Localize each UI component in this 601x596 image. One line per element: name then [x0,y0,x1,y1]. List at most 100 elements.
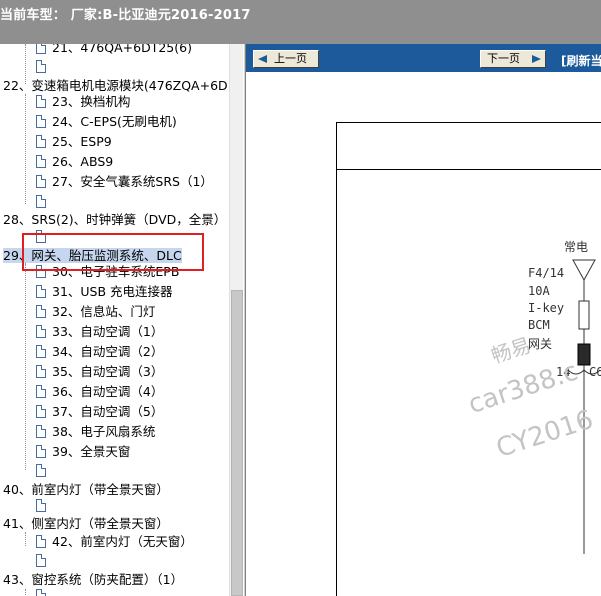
fuse-line-3: I-key [528,301,565,315]
tree-item[interactable] [36,586,52,596]
document-toolbar: 上一页 下一页 [刷新当 [246,44,601,72]
document-icon [36,155,46,168]
tree-item-label: 30、电子驻车系统EPB [52,264,180,279]
document-icon [36,345,46,358]
next-page-label: 下一页 [487,52,520,65]
document-icon [36,325,46,338]
tree-item[interactable] [36,496,52,516]
tree-item-label: 24、C-EPS(无刷电机) [52,114,177,129]
tree-item[interactable]: 21、476QA+6DT25(6) [36,44,192,58]
tree-item-label: 23、换档机构 [52,94,131,109]
prev-page-label: 上一页 [274,52,307,65]
tree-item-label: 37、自动空调（5） [52,404,164,419]
document-icon [36,195,46,208]
tree-item-label: 21、476QA+6DT25(6) [52,44,192,55]
power-label: 常电 [564,240,589,254]
tree-item-label: 39、全景天窗 [52,444,131,459]
tree-item[interactable]: 31、USB 充电连接器 [36,282,173,302]
tree-item-label: 38、电子风扇系统 [52,424,156,439]
arrow-right-icon [532,55,541,63]
tree-item[interactable]: 34、自动空调（2） [36,342,163,362]
tree-guide-line [25,532,26,546]
document-icon [36,265,46,278]
document-icon [36,554,46,567]
document-icon [36,60,46,73]
tree-item[interactable]: 40、前室内灯（带全景天窗） [3,480,169,500]
document-icon [36,115,46,128]
document-icon [36,535,46,548]
document-icon [36,135,46,148]
tree-item[interactable]: 36、自动空调（4） [36,382,163,402]
diagram-header-line [336,169,601,170]
tree-item-label: 35、自动空调（3） [52,364,164,379]
tree-item[interactable]: 39、全景天窗 [36,442,130,462]
fuse-symbol [578,300,590,330]
tree-item-label: 40、前室内灯（带全景天窗） [3,482,169,497]
document-icon [36,425,46,438]
tree-item-label: 36、自动空调（4） [52,384,164,399]
arrow-left-icon [258,55,267,63]
tree-item-label: 32、信息站、门灯 [52,304,156,319]
fuse-line-4: BCM [528,318,550,332]
tree-item-label: 31、USB 充电连接器 [52,284,173,299]
title-bar: 当前车型： 厂家:B-比亚迪元2016-2017 [0,0,601,44]
tree-item[interactable] [36,57,52,77]
tree-item-label: 43、窗控系统（防夹配置）（1） [3,572,184,587]
document-icon [36,44,46,54]
tree-guide-line [25,589,26,596]
tree-item[interactable]: 38、电子风扇系统 [36,422,155,442]
tree-item[interactable]: 30、电子驻车系统EPB [36,262,179,282]
document-icon [36,230,46,243]
tree-item[interactable]: 37、自动空调（5） [36,402,163,422]
tree-item[interactable] [36,551,52,571]
circuit-tree[interactable]: 21、476QA+6DT25(6) 22、变速箱电机电源模块(476ZQA+6D… [0,44,229,596]
tree-item-label: 41、侧室内灯（带全景天窗） [3,516,169,531]
tree-item[interactable]: 27、安全气囊系统SRS（1） [36,172,213,192]
tree-item-label: 27、安全气囊系统SRS（1） [52,174,213,189]
window-title: 当前车型： 厂家:B-比亚迪元2016-2017 [0,8,251,23]
document-icon [36,95,46,108]
document-icon [36,365,46,378]
document-icon [36,464,46,477]
tree-item[interactable]: 25、ESP9 [36,132,112,152]
tree-item-label: 22、变速箱电机电源模块(476ZQA+6D [3,78,228,93]
document-icon [36,445,46,458]
tree-item-label: 42、前室内灯（无天窗） [52,534,193,549]
tree-guide-line [25,262,26,470]
tree-item-label: 25、ESP9 [52,134,112,149]
tree-item-label: 26、ABS9 [52,154,114,169]
prev-page-button[interactable]: 上一页 [253,50,319,68]
document-icon [36,589,46,596]
tree-item-label: 28、SRS(2)、时钟弹簧（DVD，全景） [3,212,227,227]
document-icon [36,175,46,188]
next-page-button[interactable]: 下一页 [480,50,546,68]
tree-item-label: 33、自动空调（1） [52,324,164,339]
tree-scrollbar[interactable] [229,44,243,596]
tree-item-label: 34、自动空调（2） [52,344,164,359]
connector-block-symbol [577,343,591,366]
tree-item[interactable]: 35、自动空调（3） [36,362,163,382]
power-triangle-symbol [572,259,596,282]
scrollbar-thumb[interactable] [231,290,243,596]
document-icon [36,499,46,512]
tree-item[interactable]: 41、侧室内灯（带全景天窗） [3,514,169,534]
document-icon [36,405,46,418]
wiring-diagram-view: 常电 F4/14 10A I-key BCM 网关 14 C6 畅易 car38… [246,72,601,596]
tree-item[interactable] [36,192,52,212]
document-icon [36,285,46,298]
pin-label-cut: C6 [589,365,601,379]
tree-item[interactable]: 43、窗控系统（防夹配置）（1） [3,570,183,590]
refresh-link[interactable]: [刷新当 [561,52,601,69]
tree-item[interactable] [36,461,52,481]
tree-item[interactable] [36,227,52,247]
document-icon [36,385,46,398]
tree-guide-line [25,94,26,204]
tree-item[interactable]: 42、前室内灯（无天窗） [36,532,193,552]
tree-item[interactable]: 23、换档机构 [36,92,130,112]
fuse-line-2: 10A [528,284,550,298]
tree-item[interactable]: 32、信息站、门灯 [36,302,155,322]
tree-item[interactable]: 24、C-EPS(无刷电机) [36,112,177,132]
tree-item[interactable]: 26、ABS9 [36,152,113,172]
fuse-line-1: F4/14 [528,266,565,280]
tree-item[interactable]: 33、自动空调（1） [36,322,163,342]
